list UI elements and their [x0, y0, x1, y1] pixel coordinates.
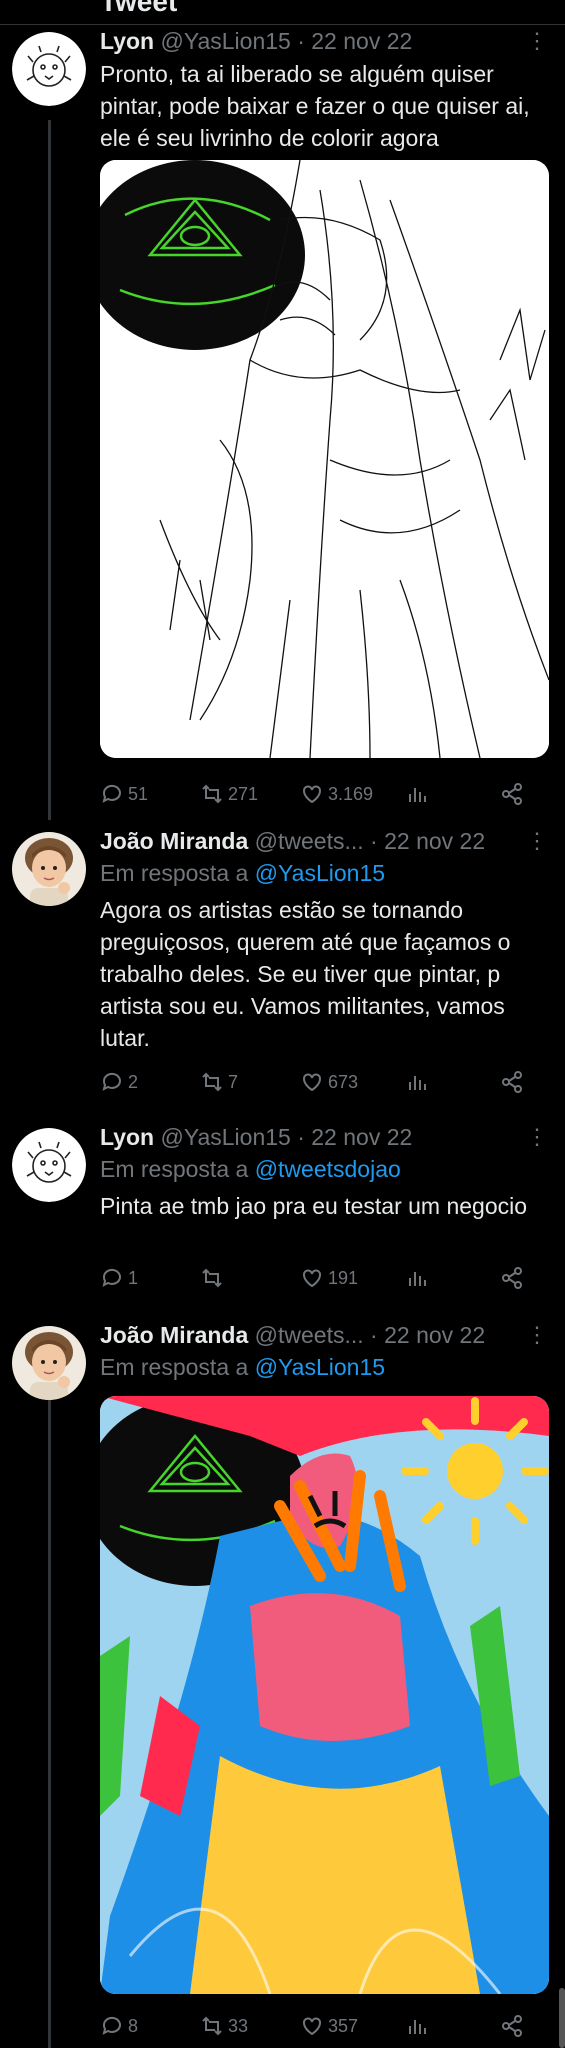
retweet-count: 33 [228, 2015, 249, 2036]
reply-button[interactable]: 8 [100, 2012, 138, 2040]
retweet-icon [202, 784, 222, 804]
retweet-button[interactable]: 271 [200, 780, 258, 808]
like-button[interactable]: 673 [300, 1068, 358, 1096]
reply-mention[interactable]: @tweetsdojao [255, 1156, 401, 1182]
share-icon [502, 1071, 522, 1093]
retweet-button[interactable] [200, 1264, 228, 1292]
author-name[interactable]: João Miranda [100, 1322, 248, 1348]
views-icon [409, 788, 426, 802]
views-button[interactable] [405, 2012, 429, 2040]
reply-button[interactable]: 51 [100, 780, 148, 808]
reply-context: Em resposta a @YasLion15 [100, 1354, 385, 1381]
reply-icon [102, 2016, 121, 2035]
author-handle[interactable]: @tweets... [255, 1322, 364, 1348]
share-icon [502, 1267, 522, 1289]
reply-icon [102, 1268, 121, 1287]
tweet-date[interactable]: · 22 nov 22 [370, 828, 485, 854]
reply-context: Em resposta a @tweetsdojao [100, 1156, 401, 1183]
like-count: 673 [328, 1071, 359, 1092]
reply-mention[interactable]: @YasLion15 [255, 1354, 385, 1380]
views-icon [409, 1272, 426, 1286]
avatar[interactable] [12, 32, 86, 106]
tweet-text: Pinta ae tmb jao pra eu testar um negoci… [100, 1193, 528, 1219]
retweet-icon [202, 1268, 222, 1288]
author-handle[interactable]: @YasLion15 [160, 28, 290, 54]
reply-button[interactable]: 2 [100, 1068, 138, 1096]
more-icon[interactable]: ⋮ [526, 1322, 548, 1348]
tweet-date[interactable]: · 22 nov 22 [297, 28, 412, 54]
tweet-date[interactable]: · 22 nov 22 [297, 1124, 412, 1150]
like-count: 357 [328, 2015, 359, 2036]
retweet-count: 7 [228, 1071, 239, 1092]
retweet-count: 271 [228, 783, 259, 804]
views-icon [409, 1076, 426, 1090]
views-icon [409, 2020, 426, 2034]
heart-icon [303, 785, 321, 804]
like-button[interactable]: 357 [300, 2012, 358, 2040]
top-bar: Tweet [0, 0, 565, 25]
scrollbar[interactable] [559, 1988, 565, 2048]
author-name[interactable]: Lyon [100, 1124, 154, 1150]
reply-count: 1 [128, 1267, 139, 1288]
author-handle[interactable]: @tweets... [255, 828, 364, 854]
reply-prefix: Em resposta a [100, 1156, 255, 1182]
like-count: 3.169 [328, 783, 374, 804]
reply-mention[interactable]: @YasLion15 [255, 860, 385, 886]
tweet[interactable]: João Miranda @tweets... · 22 nov 22 ⋮ Em… [0, 828, 565, 1103]
tweet-text: Agora os artistas estão se tornando preg… [100, 897, 511, 1051]
retweet-button[interactable]: 7 [200, 1068, 238, 1096]
tweet[interactable]: Lyon @YasLion15 · 22 nov 22 ⋮ Pronto, ta… [0, 28, 565, 818]
reply-icon [102, 784, 121, 803]
more-icon[interactable]: ⋮ [526, 828, 548, 854]
reply-prefix: Em resposta a [100, 1354, 255, 1380]
views-button[interactable] [405, 1264, 429, 1292]
page-title: Tweet [100, 0, 178, 17]
avatar[interactable] [12, 832, 86, 906]
more-icon[interactable]: ⋮ [526, 28, 548, 54]
reply-button[interactable]: 1 [100, 1264, 138, 1292]
reply-icon [102, 1072, 121, 1091]
tweet-image[interactable] [100, 160, 549, 758]
more-icon[interactable]: ⋮ [526, 1124, 548, 1150]
share-icon [502, 2015, 522, 2037]
reply-count: 8 [128, 2015, 139, 2036]
reply-prefix: Em resposta a [100, 860, 255, 886]
share-button[interactable] [500, 1264, 524, 1292]
retweet-icon [202, 1072, 222, 1092]
reply-count: 51 [128, 783, 149, 804]
heart-icon [303, 1269, 321, 1288]
like-button[interactable]: 191 [300, 1264, 358, 1292]
retweet-icon [202, 2016, 222, 2036]
reply-context: Em resposta a @YasLion15 [100, 860, 385, 887]
author-name[interactable]: Lyon [100, 28, 154, 54]
share-button[interactable] [500, 2012, 524, 2040]
like-count: 191 [328, 1267, 359, 1288]
tweet-image[interactable] [100, 1396, 549, 1994]
author-name[interactable]: João Miranda [100, 828, 248, 854]
views-button[interactable] [405, 1068, 429, 1096]
tweet-date[interactable]: · 22 nov 22 [370, 1322, 485, 1348]
tweet[interactable]: Lyon @YasLion15 · 22 nov 22 ⋮ Em respost… [0, 1124, 565, 1304]
share-icon [502, 783, 522, 805]
author-handle[interactable]: @YasLion15 [160, 1124, 290, 1150]
share-button[interactable] [500, 780, 524, 808]
avatar[interactable] [12, 1128, 86, 1202]
heart-icon [303, 1073, 321, 1092]
reply-count: 2 [128, 1071, 139, 1092]
tweet-text: Pronto, ta ai liberado se alguém quiser … [100, 61, 530, 151]
heart-icon [303, 2017, 321, 2036]
tweet[interactable]: João Miranda @tweets... · 22 nov 22 ⋮ Em… [0, 1322, 565, 2048]
retweet-button[interactable]: 33 [200, 2012, 248, 2040]
like-button[interactable]: 3.169 [300, 780, 373, 808]
share-button[interactable] [500, 1068, 524, 1096]
avatar[interactable] [12, 1326, 86, 1400]
views-button[interactable] [405, 780, 429, 808]
